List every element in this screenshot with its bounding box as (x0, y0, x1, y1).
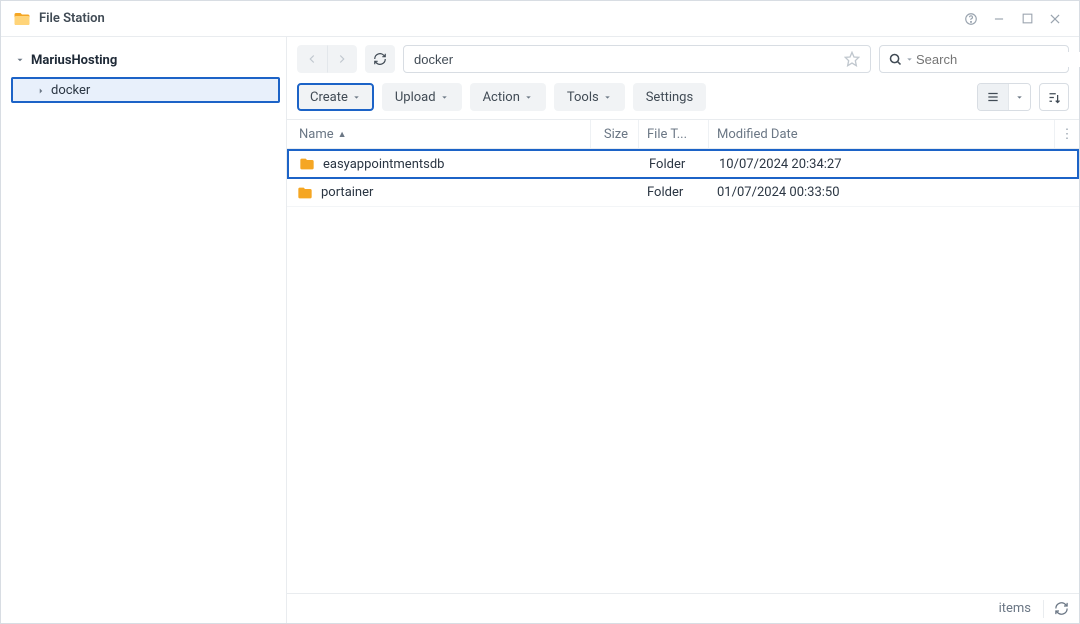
sidebar: MariusHosting docker (1, 37, 287, 623)
caret-down-icon (524, 93, 533, 102)
app-folder-icon (13, 10, 31, 28)
favorite-star-icon[interactable] (840, 51, 864, 67)
row-date: 10/07/2024 20:34:27 (711, 157, 1077, 172)
app-title: File Station (39, 11, 105, 26)
path-box (403, 45, 871, 73)
status-refresh-button[interactable] (1043, 600, 1069, 618)
titlebar: File Station (1, 1, 1079, 37)
list-view-button[interactable] (978, 84, 1008, 110)
nav-back-button[interactable] (297, 45, 327, 73)
column-date[interactable]: Modified Date (709, 120, 1055, 148)
row-type: Folder (641, 157, 711, 172)
column-more-button[interactable]: ⋮ (1055, 120, 1079, 148)
help-button[interactable] (957, 5, 985, 33)
path-input[interactable] (414, 52, 840, 67)
search-caret-icon[interactable] (905, 55, 914, 64)
row-name: easyappointmentsdb (323, 157, 444, 172)
status-bar: items (287, 593, 1079, 623)
chevron-down-icon (15, 55, 29, 65)
search-box (879, 45, 1069, 73)
caret-down-icon (440, 93, 449, 102)
search-icon (888, 52, 903, 67)
table-row[interactable]: portainer Folder 01/07/2024 00:33:50 (287, 179, 1079, 207)
nav-forward-button[interactable] (327, 45, 357, 73)
upload-label: Upload (395, 90, 436, 105)
table-header: Name ▲ Size File T... Modified Date ⋮ (287, 119, 1079, 149)
create-button[interactable]: Create (297, 83, 374, 111)
column-type[interactable]: File T... (639, 120, 709, 148)
tools-label: Tools (567, 90, 599, 105)
search-input[interactable] (916, 52, 1080, 67)
create-label: Create (310, 90, 348, 105)
minimize-button[interactable] (985, 5, 1013, 33)
refresh-button[interactable] (365, 45, 395, 73)
action-button[interactable]: Action (470, 83, 546, 111)
chevron-right-icon (36, 84, 46, 96)
row-type: Folder (639, 185, 709, 200)
column-size[interactable]: Size (591, 120, 639, 148)
maximize-button[interactable] (1013, 5, 1041, 33)
sort-asc-icon: ▲ (338, 129, 347, 140)
file-list: easyappointmentsdb Folder 10/07/2024 20:… (287, 149, 1079, 593)
caret-down-icon (603, 93, 612, 102)
view-mode-group (977, 83, 1031, 111)
table-row[interactable]: easyappointmentsdb Folder 10/07/2024 20:… (287, 149, 1079, 179)
column-name[interactable]: Name ▲ (287, 120, 591, 148)
row-name: portainer (321, 185, 373, 200)
caret-down-icon (352, 93, 361, 102)
tools-button[interactable]: Tools (554, 83, 625, 111)
row-date: 01/07/2024 00:33:50 (709, 185, 1079, 200)
folder-icon (297, 185, 313, 201)
folder-icon (299, 156, 315, 172)
sort-button[interactable] (1039, 83, 1069, 111)
close-button[interactable] (1041, 5, 1069, 33)
tree-item-docker[interactable]: docker (11, 77, 280, 103)
items-label: items (999, 601, 1031, 616)
tree-root[interactable]: MariusHosting (7, 47, 280, 73)
view-mode-caret[interactable] (1008, 84, 1030, 110)
tree-root-label: MariusHosting (31, 53, 117, 68)
settings-label: Settings (646, 90, 693, 105)
nav-buttons (297, 45, 357, 73)
upload-button[interactable]: Upload (382, 83, 462, 111)
tree-item-label: docker (51, 83, 90, 98)
toolbar: Create Upload Action Tools Settings (287, 79, 1079, 119)
action-label: Action (483, 90, 520, 105)
settings-button[interactable]: Settings (633, 83, 706, 111)
main-panel: Create Upload Action Tools Settings (287, 37, 1079, 623)
